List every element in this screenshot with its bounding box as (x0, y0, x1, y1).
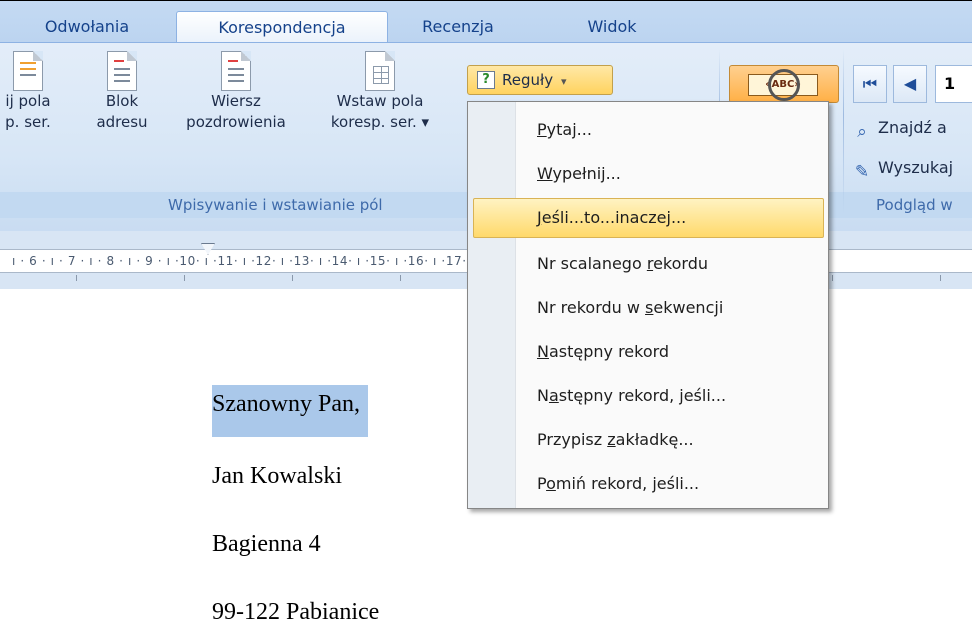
find-recipient-button[interactable]: ⌕ Znajdź a (851, 113, 947, 143)
tab-recenzja[interactable]: Recenzja (403, 11, 513, 43)
menu-item-text: ekordu (653, 254, 708, 273)
magnifier-icon (768, 69, 800, 101)
preview-results-button[interactable]: «ABC» (729, 65, 839, 103)
menu-item-fill-in[interactable]: Wypełnij... (473, 154, 824, 194)
menu-item-text: Nr scalanego (537, 254, 647, 273)
tab-odwolania[interactable]: Odwołania (12, 11, 162, 43)
menu-item-if-then-else[interactable]: Jeśli...to...inaczej... (473, 198, 824, 238)
check-errors-icon: ✎ (854, 162, 870, 182)
document-line-greeting[interactable]: Szanowny Pan, (212, 385, 368, 437)
highlight-merge-fields-button[interactable]: ij pola p. ser. (0, 51, 78, 133)
menu-item-text: eśli...to...inaczej... (541, 208, 687, 227)
menu-item-ask[interactable]: Pytaj... (473, 110, 824, 150)
menu-item-text: ypełnij... (552, 164, 621, 183)
check-errors-label: Wyszukaj (878, 158, 954, 177)
menu-item-text: ekwencji (653, 298, 724, 317)
menu-item-merge-record-number[interactable]: Nr scalanego rekordu (473, 244, 824, 284)
tab-korespondencja[interactable]: Korespondencja (176, 11, 388, 43)
document-line-street[interactable]: Bagienna 4 (212, 531, 321, 558)
find-recipient-label: Znajdź a (878, 118, 947, 137)
button-label: adresu (96, 113, 148, 131)
menu-item-text: miń rekord, jeśli... (555, 474, 700, 493)
button-label: koresp. ser. ▾ (330, 113, 430, 131)
chevron-down-icon: ▾ (560, 75, 567, 88)
tab-widok[interactable]: Widok (558, 11, 666, 43)
greeting-line-button[interactable]: Wiersz pozdrowienia (172, 51, 300, 133)
group-separator (843, 49, 844, 214)
rules-dropdown-menu: Pytaj... Wypełnij... Jeśli...to...inacze… (467, 101, 829, 509)
menu-item-accesskey: N (537, 342, 549, 361)
insert-merge-field-button[interactable]: Wstaw pola koresp. ser. ▾ (300, 51, 460, 133)
menu-item-text: astępny rekord (548, 342, 670, 361)
group-label-preview: Podgląd w (876, 196, 953, 214)
rules-icon: ? (477, 71, 495, 89)
document-line-city[interactable]: 99-122 Pabianice (212, 599, 379, 621)
menu-item-accesskey: z (607, 430, 616, 449)
address-block-icon (107, 51, 137, 91)
button-label: Blok (105, 92, 139, 110)
find-recipient-icon: ⌕ (857, 122, 867, 142)
insert-field-icon (365, 51, 395, 91)
rules-label: Reguły (502, 71, 554, 89)
menu-item-accesskey: o (546, 474, 556, 493)
address-block-button[interactable]: Blok adresu (86, 51, 158, 133)
button-label: Wstaw pola (336, 92, 424, 110)
menu-item-next-record[interactable]: Następny rekord (473, 332, 824, 372)
menu-item-accesskey: a (548, 386, 559, 405)
menu-item-text: stępny rekord, jeśli... (558, 386, 727, 405)
button-label: p. ser. (5, 113, 51, 131)
menu-item-merge-sequence-number[interactable]: Nr rekordu w sekwencji (473, 288, 824, 328)
menu-item-text: N (537, 386, 549, 405)
button-label: ij pola (5, 92, 51, 110)
button-label: pozdrowienia (186, 113, 286, 131)
menu-item-text: Przypisz (537, 430, 608, 449)
group-label-write-insert: Wpisywanie i wstawianie pól (168, 196, 383, 214)
document-icon (13, 51, 43, 91)
document-line-name[interactable]: Jan Kowalski (212, 463, 342, 490)
menu-item-text: P (537, 474, 547, 493)
button-label: Wiersz (211, 92, 261, 110)
menu-item-accesskey: P (537, 120, 547, 139)
record-number-input[interactable]: 1 (935, 65, 972, 103)
menu-item-text: ytaj... (546, 120, 592, 139)
rules-dropdown-button[interactable]: ? Reguły ▾ (467, 65, 613, 95)
previous-record-icon[interactable]: ◀ (893, 65, 927, 103)
menu-item-next-record-if[interactable]: Następny rekord, jeśli... (473, 376, 824, 416)
greeting-line-icon (221, 51, 251, 91)
menu-item-text: Nr rekordu w (537, 298, 646, 317)
menu-item-skip-record-if[interactable]: Pomiń rekord, jeśli... (473, 464, 824, 504)
menu-item-text: akładkę... (615, 430, 694, 449)
menu-item-set-bookmark[interactable]: Przypisz zakładkę... (473, 420, 824, 460)
first-record-icon[interactable]: ⏮ (853, 65, 887, 103)
check-errors-button[interactable]: ✎ Wyszukaj (851, 153, 953, 183)
menu-item-accesskey: W (537, 164, 553, 183)
ribbon-tabs: Odwołania Korespondencja Recenzja Widok (0, 0, 972, 43)
